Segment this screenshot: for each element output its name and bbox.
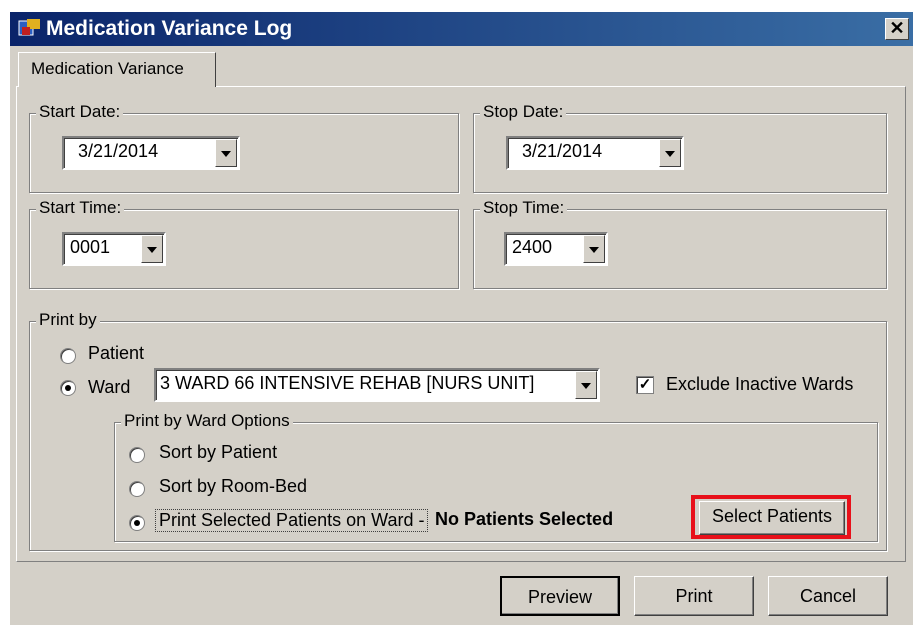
ward-radio[interactable] (60, 380, 76, 396)
ward-radio-label[interactable]: Ward (88, 377, 130, 398)
sort-by-patient-label[interactable]: Sort by Patient (159, 442, 277, 463)
print-button[interactable]: Print (634, 576, 754, 616)
chevron-down-icon[interactable] (215, 139, 237, 167)
close-button[interactable]: ✕ (885, 18, 909, 40)
stop-date-value: 3/21/2014 (522, 141, 603, 161)
stop-time-label: Stop Time: (480, 198, 568, 218)
start-date-value: 3/21/2014 (78, 141, 159, 161)
close-icon: ✕ (889, 18, 905, 38)
stop-time-group: Stop Time: 2400 (473, 198, 887, 289)
stop-time-value: 2400 (512, 237, 553, 257)
window-title: Medication Variance Log (46, 17, 293, 40)
tab-label: Medication Variance (31, 59, 184, 78)
app-icon (18, 19, 40, 36)
chevron-down-icon[interactable] (575, 371, 597, 399)
print-by-group: Print by Patient Ward 3 WARD 66 INTENSIV… (29, 310, 887, 551)
start-date-picker[interactable]: 3/21/2014 (62, 136, 240, 170)
patient-radio[interactable] (60, 348, 76, 364)
chevron-down-icon[interactable] (583, 235, 605, 263)
exclude-inactive-label[interactable]: Exclude Inactive Wards (666, 374, 853, 395)
chevron-down-icon[interactable] (141, 235, 163, 263)
sort-by-room-bed-radio[interactable] (129, 481, 145, 497)
ward-select[interactable]: 3 WARD 66 INTENSIVE REHAB [NURS UNIT] (154, 368, 600, 402)
sort-by-patient-radio[interactable] (129, 447, 145, 463)
exclude-inactive-checkbox[interactable]: ✓ (636, 376, 654, 394)
patient-radio-label[interactable]: Patient (88, 343, 144, 364)
chevron-down-icon[interactable] (659, 139, 681, 167)
start-time-group: Start Time: 0001 (29, 198, 459, 289)
start-date-label: Start Date: (36, 102, 124, 122)
cancel-button[interactable]: Cancel (768, 576, 888, 616)
preview-button[interactable]: Preview (500, 576, 620, 616)
print-selected-patients-radio[interactable] (129, 515, 145, 531)
no-patients-status: No Patients Selected (435, 509, 614, 529)
start-time-value: 0001 (70, 237, 111, 257)
start-time-label: Start Time: (36, 198, 125, 218)
tab-panel: Start Date: 3/21/2014 Stop Date: 3/21/20… (16, 86, 906, 562)
select-patients-button[interactable]: Select Patients (699, 501, 845, 535)
stop-date-label: Stop Date: (480, 102, 567, 122)
dialog-window: Medication Variance Log ✕ Medication Var… (10, 12, 913, 625)
title-bar: Medication Variance Log ✕ (10, 12, 913, 46)
sort-by-room-bed-label[interactable]: Sort by Room-Bed (159, 476, 307, 497)
print-selected-patients-label[interactable]: Print Selected Patients on Ward - (155, 509, 429, 532)
background-edge (0, 0, 10, 625)
stop-date-group: Stop Date: 3/21/2014 (473, 102, 887, 193)
print-by-label: Print by (36, 310, 100, 330)
stop-date-picker[interactable]: 3/21/2014 (506, 136, 684, 170)
start-time-select[interactable]: 0001 (62, 232, 166, 266)
ward-select-value: 3 WARD 66 INTENSIVE REHAB [NURS UNIT] (160, 373, 535, 393)
stop-time-select[interactable]: 2400 (504, 232, 608, 266)
ward-options-group: Print by Ward Options Sort by Patient So… (114, 411, 878, 542)
ward-options-label: Print by Ward Options (121, 411, 293, 431)
start-date-group: Start Date: 3/21/2014 (29, 102, 459, 193)
tab-medication-variance[interactable]: Medication Variance (18, 52, 216, 87)
